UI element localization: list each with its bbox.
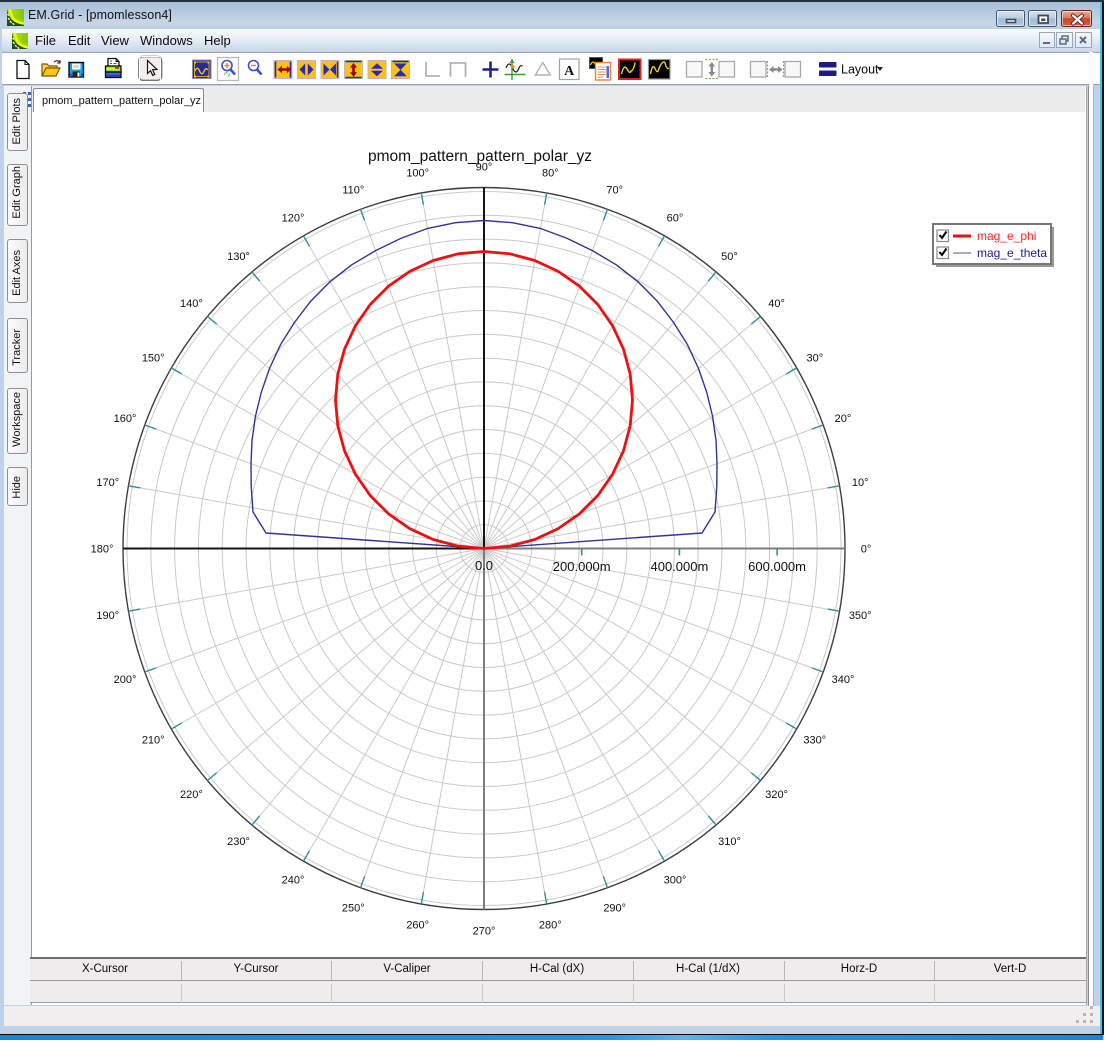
- svg-text:160°: 160°: [114, 413, 137, 425]
- svg-text:200°: 200°: [114, 674, 137, 686]
- svg-text:40°: 40°: [768, 298, 785, 310]
- svg-text:50°: 50°: [721, 251, 738, 263]
- svg-text:260°: 260°: [406, 920, 429, 932]
- svg-text:290°: 290°: [603, 903, 626, 915]
- svg-text:mag_e_phi: mag_e_phi: [977, 229, 1036, 243]
- svg-text:300°: 300°: [664, 874, 687, 886]
- svg-text:270°: 270°: [473, 926, 496, 938]
- svg-text:pmom_pattern_pattern_polar_yz: pmom_pattern_pattern_polar_yz: [368, 148, 592, 165]
- svg-text:190°: 190°: [96, 610, 119, 622]
- svg-text:mag_e_theta: mag_e_theta: [977, 246, 1047, 260]
- svg-text:130°: 130°: [227, 251, 250, 263]
- svg-text:330°: 330°: [803, 735, 826, 747]
- svg-text:250°: 250°: [342, 903, 365, 915]
- svg-text:120°: 120°: [282, 213, 305, 225]
- svg-text:80°: 80°: [542, 167, 559, 179]
- svg-text:70°: 70°: [606, 185, 623, 197]
- svg-text:350°: 350°: [849, 610, 872, 622]
- svg-text:220°: 220°: [180, 789, 203, 801]
- svg-text:320°: 320°: [765, 789, 788, 801]
- svg-text:60°: 60°: [667, 213, 684, 225]
- svg-text:20°: 20°: [835, 413, 852, 425]
- svg-text:110°: 110°: [342, 185, 364, 197]
- svg-text:340°: 340°: [832, 674, 855, 686]
- svg-text:0°: 0°: [861, 544, 872, 556]
- svg-text:140°: 140°: [180, 298, 203, 310]
- svg-text:600.000m: 600.000m: [748, 559, 806, 574]
- svg-text:180°: 180°: [91, 544, 114, 556]
- svg-text:150°: 150°: [142, 353, 165, 365]
- svg-text:30°: 30°: [806, 353, 823, 365]
- svg-text:280°: 280°: [539, 920, 562, 932]
- svg-text:240°: 240°: [282, 874, 305, 886]
- svg-text:100°: 100°: [406, 167, 429, 179]
- svg-text:210°: 210°: [142, 735, 165, 747]
- svg-text:10°: 10°: [852, 477, 869, 489]
- svg-text:170°: 170°: [96, 477, 119, 489]
- svg-text:230°: 230°: [227, 836, 250, 848]
- svg-text:0.0: 0.0: [475, 558, 493, 573]
- svg-text:310°: 310°: [718, 836, 741, 848]
- svg-text:400.000m: 400.000m: [650, 559, 708, 574]
- svg-text:200.000m: 200.000m: [553, 559, 611, 574]
